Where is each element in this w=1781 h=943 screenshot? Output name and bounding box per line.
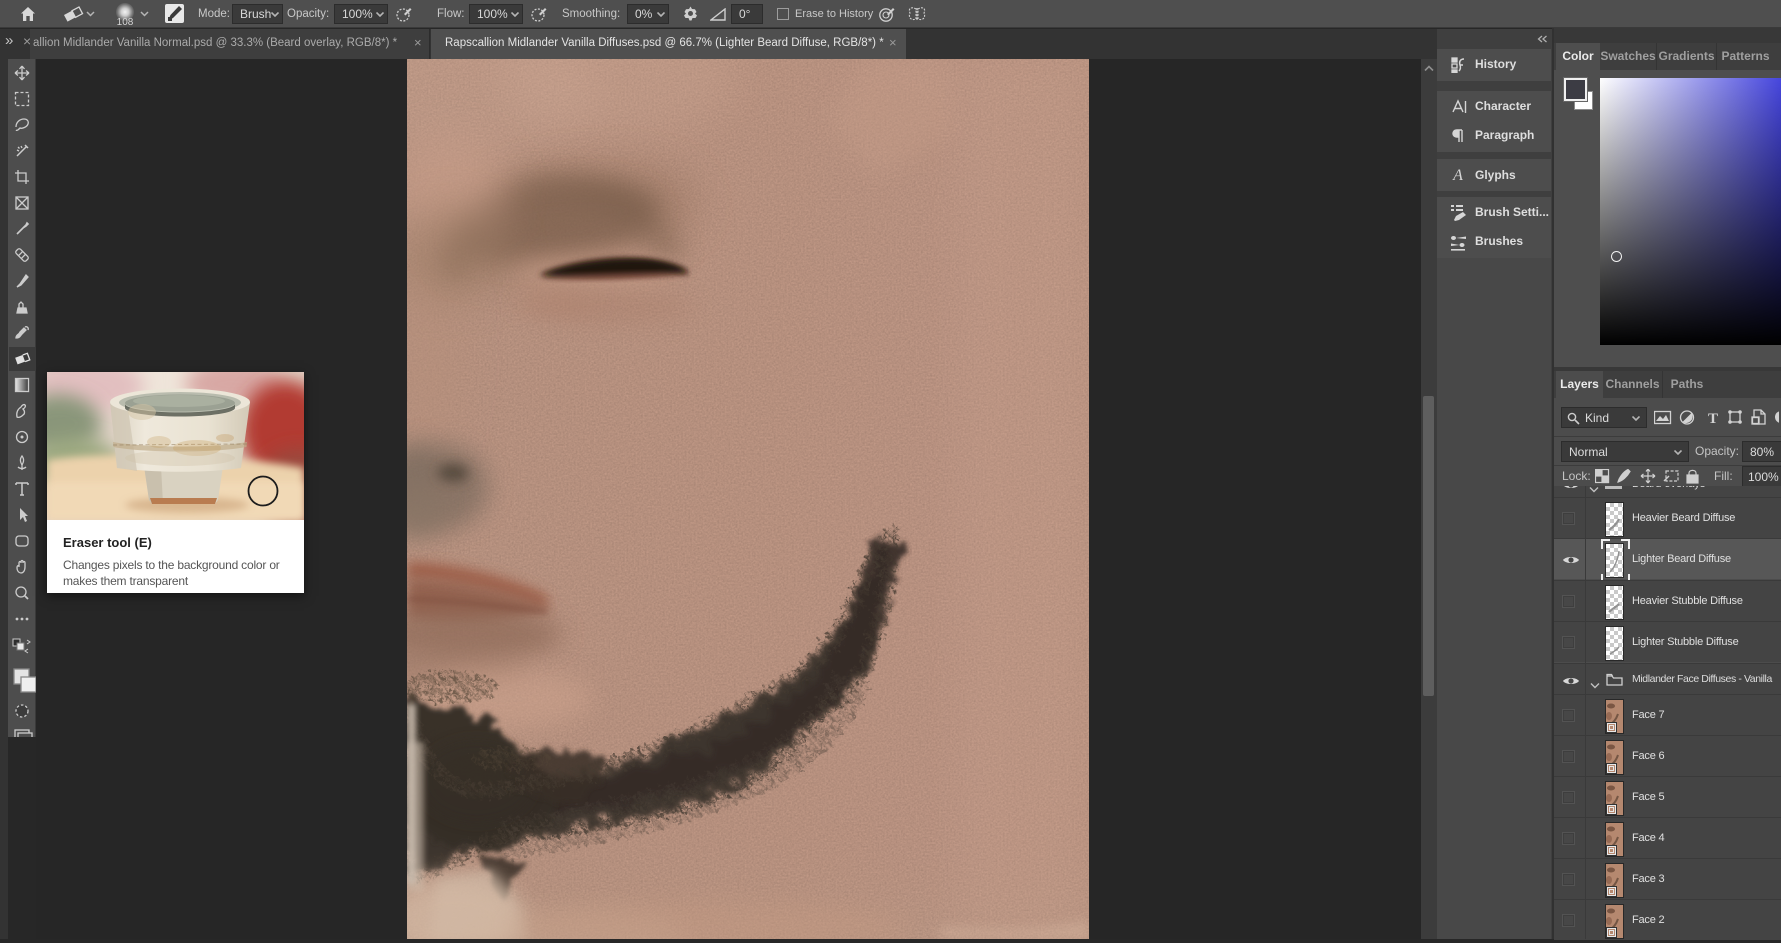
svg-text:T: T <box>1708 411 1718 427</box>
svg-text:A: A <box>1452 167 1463 184</box>
